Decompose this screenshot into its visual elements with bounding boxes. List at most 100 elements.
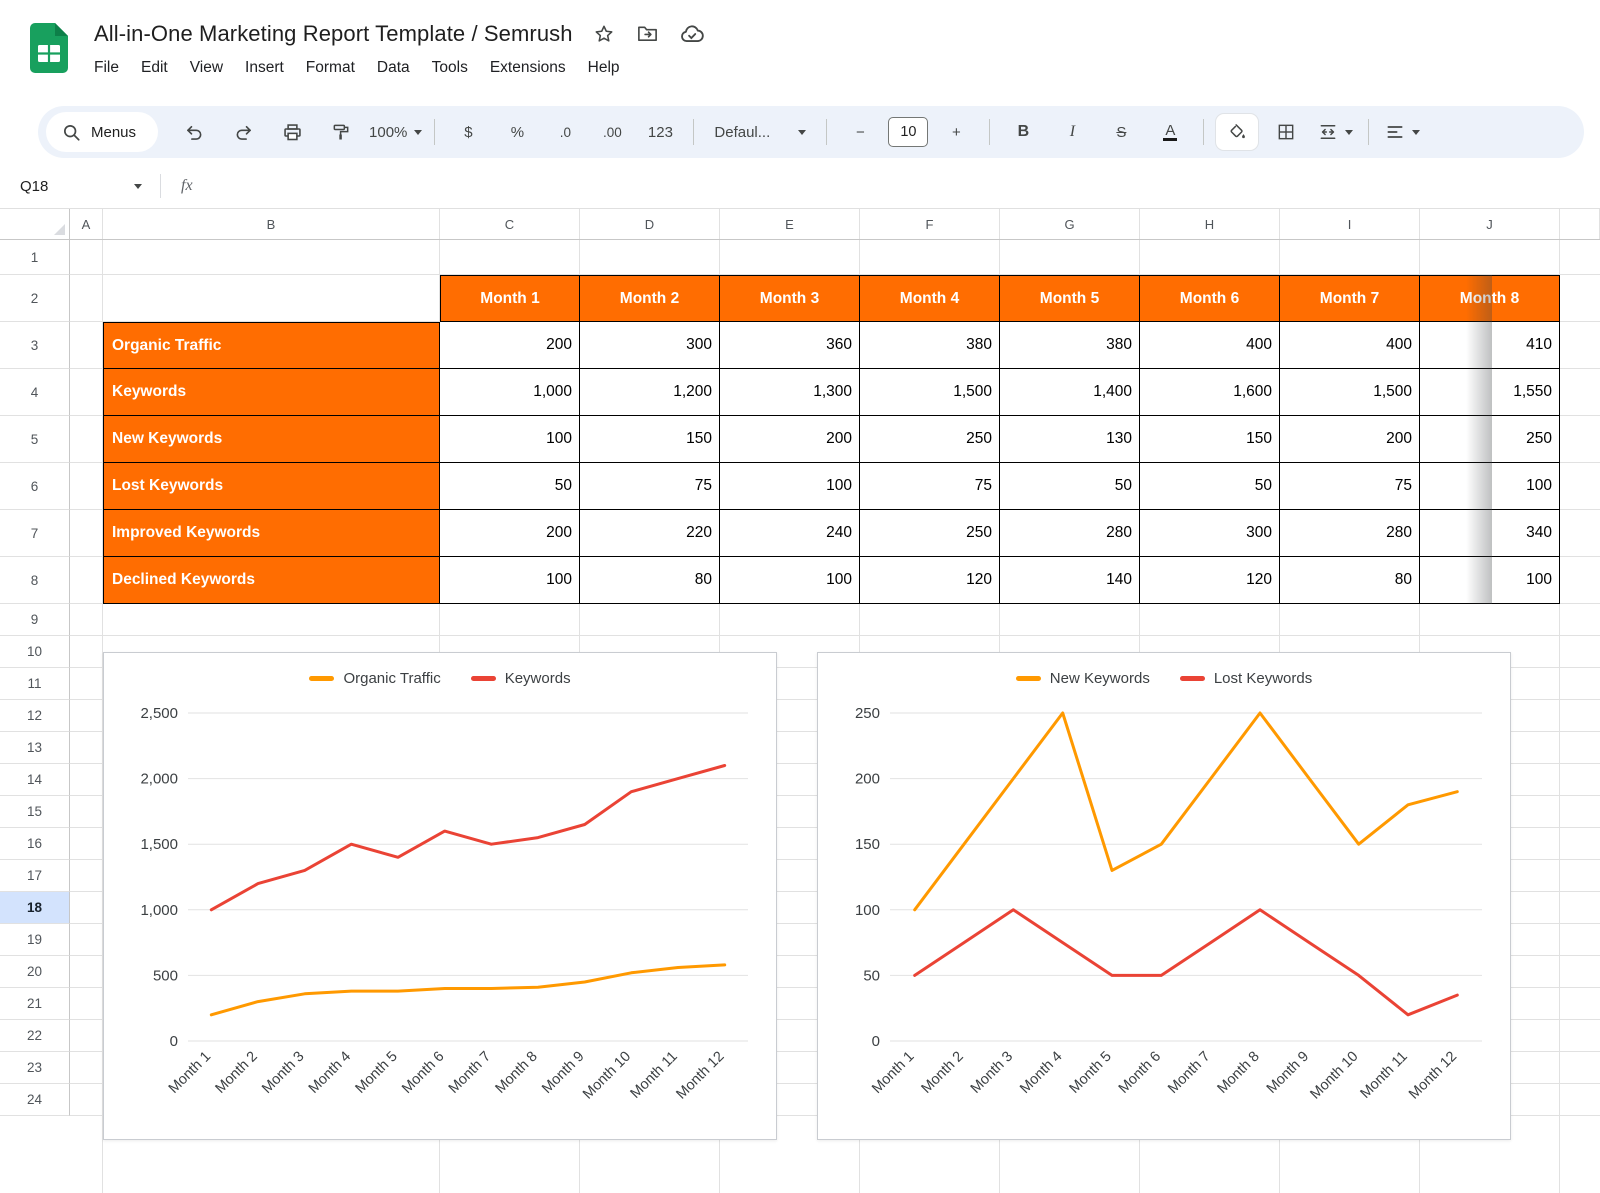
column-header-G[interactable]: G [1000, 209, 1140, 239]
name-box[interactable]: Q18 [0, 178, 160, 195]
star-icon[interactable] [591, 21, 617, 47]
row-header-15[interactable]: 15 [0, 796, 70, 828]
cell-I8[interactable]: 80 [1280, 557, 1420, 604]
cell-J8[interactable]: 100 [1420, 557, 1560, 604]
cell-J7[interactable]: 340 [1420, 510, 1560, 557]
column-header-H[interactable]: H [1140, 209, 1280, 239]
font-family-selector[interactable]: Defaul... [706, 114, 814, 150]
formula-input[interactable] [207, 164, 1600, 208]
cell-J6[interactable]: 100 [1420, 463, 1560, 510]
cell-H8[interactable]: 120 [1140, 557, 1280, 604]
cell-I6[interactable]: 75 [1280, 463, 1420, 510]
cell-F8[interactable]: 120 [860, 557, 1000, 604]
cell-A3[interactable] [70, 322, 103, 369]
cell-G5[interactable]: 130 [1000, 416, 1140, 463]
cell-H6[interactable]: 50 [1140, 463, 1280, 510]
cell-A5[interactable] [70, 416, 103, 463]
menu-help[interactable]: Help [577, 55, 631, 81]
increase-font-size-button[interactable]: + [935, 114, 977, 150]
increase-decimals-button[interactable]: .00 [592, 114, 632, 150]
row-header-9[interactable]: 9 [0, 604, 70, 636]
row-header-21[interactable]: 21 [0, 988, 70, 1020]
cell-empty[interactable] [1560, 322, 1600, 369]
cell-E8[interactable]: 100 [720, 557, 860, 604]
undo-button[interactable] [173, 114, 215, 150]
menu-format[interactable]: Format [295, 55, 366, 81]
cell-H2[interactable]: Month 6 [1140, 275, 1280, 322]
strikethrough-button[interactable]: S [1100, 114, 1142, 150]
row-header-18[interactable]: 18 [0, 892, 70, 924]
font-size-input[interactable]: 10 [888, 117, 928, 147]
cell-I2[interactable]: Month 7 [1280, 275, 1420, 322]
move-to-folder-icon[interactable] [635, 21, 661, 47]
cell-empty[interactable] [70, 604, 1600, 636]
row-header-10[interactable]: 10 [0, 636, 70, 668]
row-header-20[interactable]: 20 [0, 956, 70, 988]
cell-G4[interactable]: 1,400 [1000, 369, 1140, 416]
cell-D4[interactable]: 1,200 [580, 369, 720, 416]
series-line-organic-traffic[interactable] [211, 965, 724, 1015]
cell-H4[interactable]: 1,600 [1140, 369, 1280, 416]
cell-E7[interactable]: 240 [720, 510, 860, 557]
column-header-partial[interactable] [1560, 209, 1600, 239]
row-header-12[interactable]: 12 [0, 700, 70, 732]
cell-F7[interactable]: 250 [860, 510, 1000, 557]
decrease-decimals-button[interactable]: .0 [545, 114, 585, 150]
paint-format-button[interactable] [320, 114, 362, 150]
column-header-J[interactable]: J [1420, 209, 1560, 239]
cell-G3[interactable]: 380 [1000, 322, 1140, 369]
cell-D3[interactable]: 300 [580, 322, 720, 369]
series-line-new-keywords[interactable] [915, 713, 1458, 910]
row-header-16[interactable]: 16 [0, 828, 70, 860]
cell-empty[interactable] [1560, 416, 1600, 463]
cell-E5[interactable]: 200 [720, 416, 860, 463]
cell-I4[interactable]: 1,500 [1280, 369, 1420, 416]
legend-item-organic-traffic[interactable]: Organic Traffic [309, 670, 440, 687]
cell-J3[interactable]: 410 [1420, 322, 1560, 369]
cell-F4[interactable]: 1,500 [860, 369, 1000, 416]
series-line-lost-keywords[interactable] [915, 910, 1458, 1015]
select-all-corner[interactable] [0, 209, 70, 239]
cell-I7[interactable]: 280 [1280, 510, 1420, 557]
decrease-font-size-button[interactable]: − [839, 114, 881, 150]
cell-empty[interactable] [1560, 557, 1600, 604]
menu-insert[interactable]: Insert [234, 55, 295, 81]
merge-cells-button[interactable] [1314, 114, 1356, 150]
cell-B6[interactable]: Lost Keywords [103, 463, 440, 510]
cell-D8[interactable]: 80 [580, 557, 720, 604]
column-header-C[interactable]: C [440, 209, 580, 239]
row-header-22[interactable]: 22 [0, 1020, 70, 1052]
cell-F3[interactable]: 380 [860, 322, 1000, 369]
cell-F6[interactable]: 75 [860, 463, 1000, 510]
column-header-F[interactable]: F [860, 209, 1000, 239]
cell-empty[interactable] [1560, 463, 1600, 510]
cell-H7[interactable]: 300 [1140, 510, 1280, 557]
menus-search-button[interactable]: Menus [46, 112, 158, 152]
cell-I3[interactable]: 400 [1280, 322, 1420, 369]
cell-H5[interactable]: 150 [1140, 416, 1280, 463]
chart-organic-traffic-keywords[interactable]: Organic TrafficKeywords 05001,0001,5002,… [103, 652, 777, 1140]
cell-A4[interactable] [70, 369, 103, 416]
cell-C6[interactable]: 50 [440, 463, 580, 510]
row-header-17[interactable]: 17 [0, 860, 70, 892]
cell-A7[interactable] [70, 510, 103, 557]
cell-E4[interactable]: 1,300 [720, 369, 860, 416]
cell-A2-B2[interactable] [70, 275, 440, 322]
format-percent-button[interactable]: % [496, 114, 538, 150]
column-header-D[interactable]: D [580, 209, 720, 239]
cell-F5[interactable]: 250 [860, 416, 1000, 463]
horizontal-align-button[interactable] [1381, 114, 1423, 150]
cell-H3[interactable]: 400 [1140, 322, 1280, 369]
cell-J2[interactable]: Month 8 [1420, 275, 1560, 322]
more-formats-button[interactable]: 123 [639, 114, 681, 150]
cell-J5[interactable]: 250 [1420, 416, 1560, 463]
row-header-14[interactable]: 14 [0, 764, 70, 796]
column-header-I[interactable]: I [1280, 209, 1420, 239]
cell-C3[interactable]: 200 [440, 322, 580, 369]
cell-J4[interactable]: 1,550 [1420, 369, 1560, 416]
row-header-5[interactable]: 5 [0, 416, 70, 463]
cell-empty[interactable] [70, 240, 1600, 275]
cell-B5[interactable]: New Keywords [103, 416, 440, 463]
cell-F2[interactable]: Month 4 [860, 275, 1000, 322]
cell-B8[interactable]: Declined Keywords [103, 557, 440, 604]
